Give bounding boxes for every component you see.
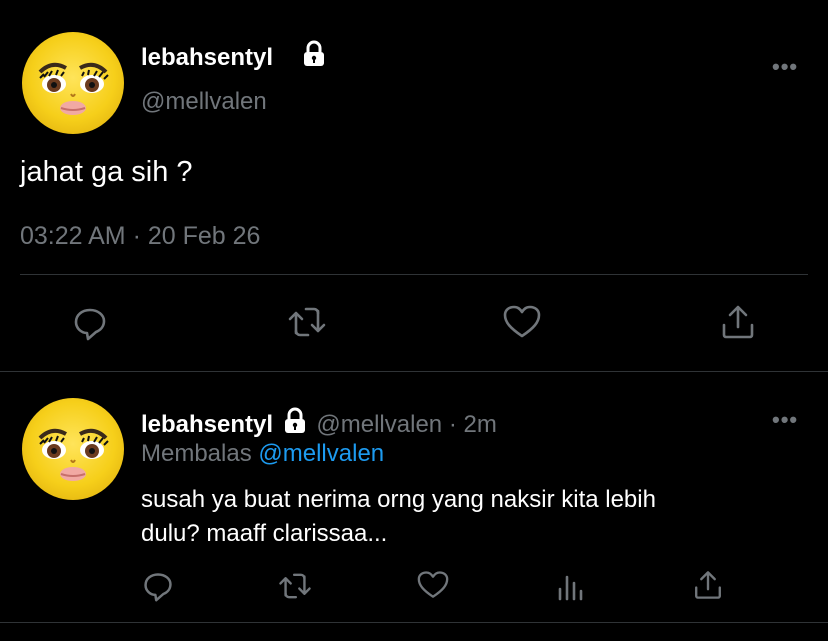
avatar[interactable] (22, 32, 124, 134)
reply-text: susah ya buat nerima orng yang naksir ki… (141, 483, 656, 551)
lock-icon (301, 40, 327, 68)
reply-header: lebahsentyl @mellvalen · 2m (141, 407, 497, 442)
replying-prefix: Membalas (141, 440, 252, 467)
retweet-icon[interactable] (277, 571, 313, 601)
divider (0, 371, 828, 372)
display-name[interactable]: lebahsentyl (141, 411, 273, 438)
avatar-face-image (38, 428, 109, 481)
reply-text-line: susah ya buat nerima orng yang naksir ki… (141, 486, 656, 513)
retweet-icon[interactable] (286, 305, 328, 339)
header-separator: · (448, 411, 457, 438)
share-icon[interactable] (719, 303, 757, 341)
tweet-text: jahat ga sih ? (20, 156, 193, 188)
tweet-time[interactable]: 03:22 AM (20, 222, 126, 250)
tweet-age[interactable]: 2m (463, 411, 496, 438)
tweet-date[interactable]: 20 Feb 26 (148, 222, 261, 250)
handle[interactable]: @mellvalen (141, 88, 267, 116)
like-icon[interactable] (502, 304, 542, 340)
replying-to-link[interactable]: @mellvalen (258, 440, 384, 467)
timestamp[interactable]: 03:22 AM · 20 Feb 26 (20, 222, 260, 251)
like-icon[interactable] (416, 570, 450, 600)
handle[interactable]: @mellvalen (316, 411, 442, 438)
analytics-icon[interactable] (556, 571, 586, 601)
more-options-icon[interactable]: ••• (772, 54, 798, 80)
reply-text-line: dulu? maaff clarissaa... (141, 520, 388, 547)
reply-icon[interactable] (142, 570, 174, 602)
more-options-icon[interactable]: ••• (772, 407, 798, 433)
replying-to: Membalas @mellvalen (141, 440, 384, 468)
display-name[interactable]: lebahsentyl (141, 44, 273, 72)
divider (20, 274, 808, 275)
lock-icon (282, 407, 308, 442)
share-icon[interactable] (692, 569, 724, 601)
divider (0, 622, 828, 623)
reply-icon[interactable] (72, 305, 108, 341)
avatar-face-image (38, 62, 109, 115)
timestamp-separator: · (132, 222, 141, 250)
avatar[interactable] (22, 398, 124, 500)
